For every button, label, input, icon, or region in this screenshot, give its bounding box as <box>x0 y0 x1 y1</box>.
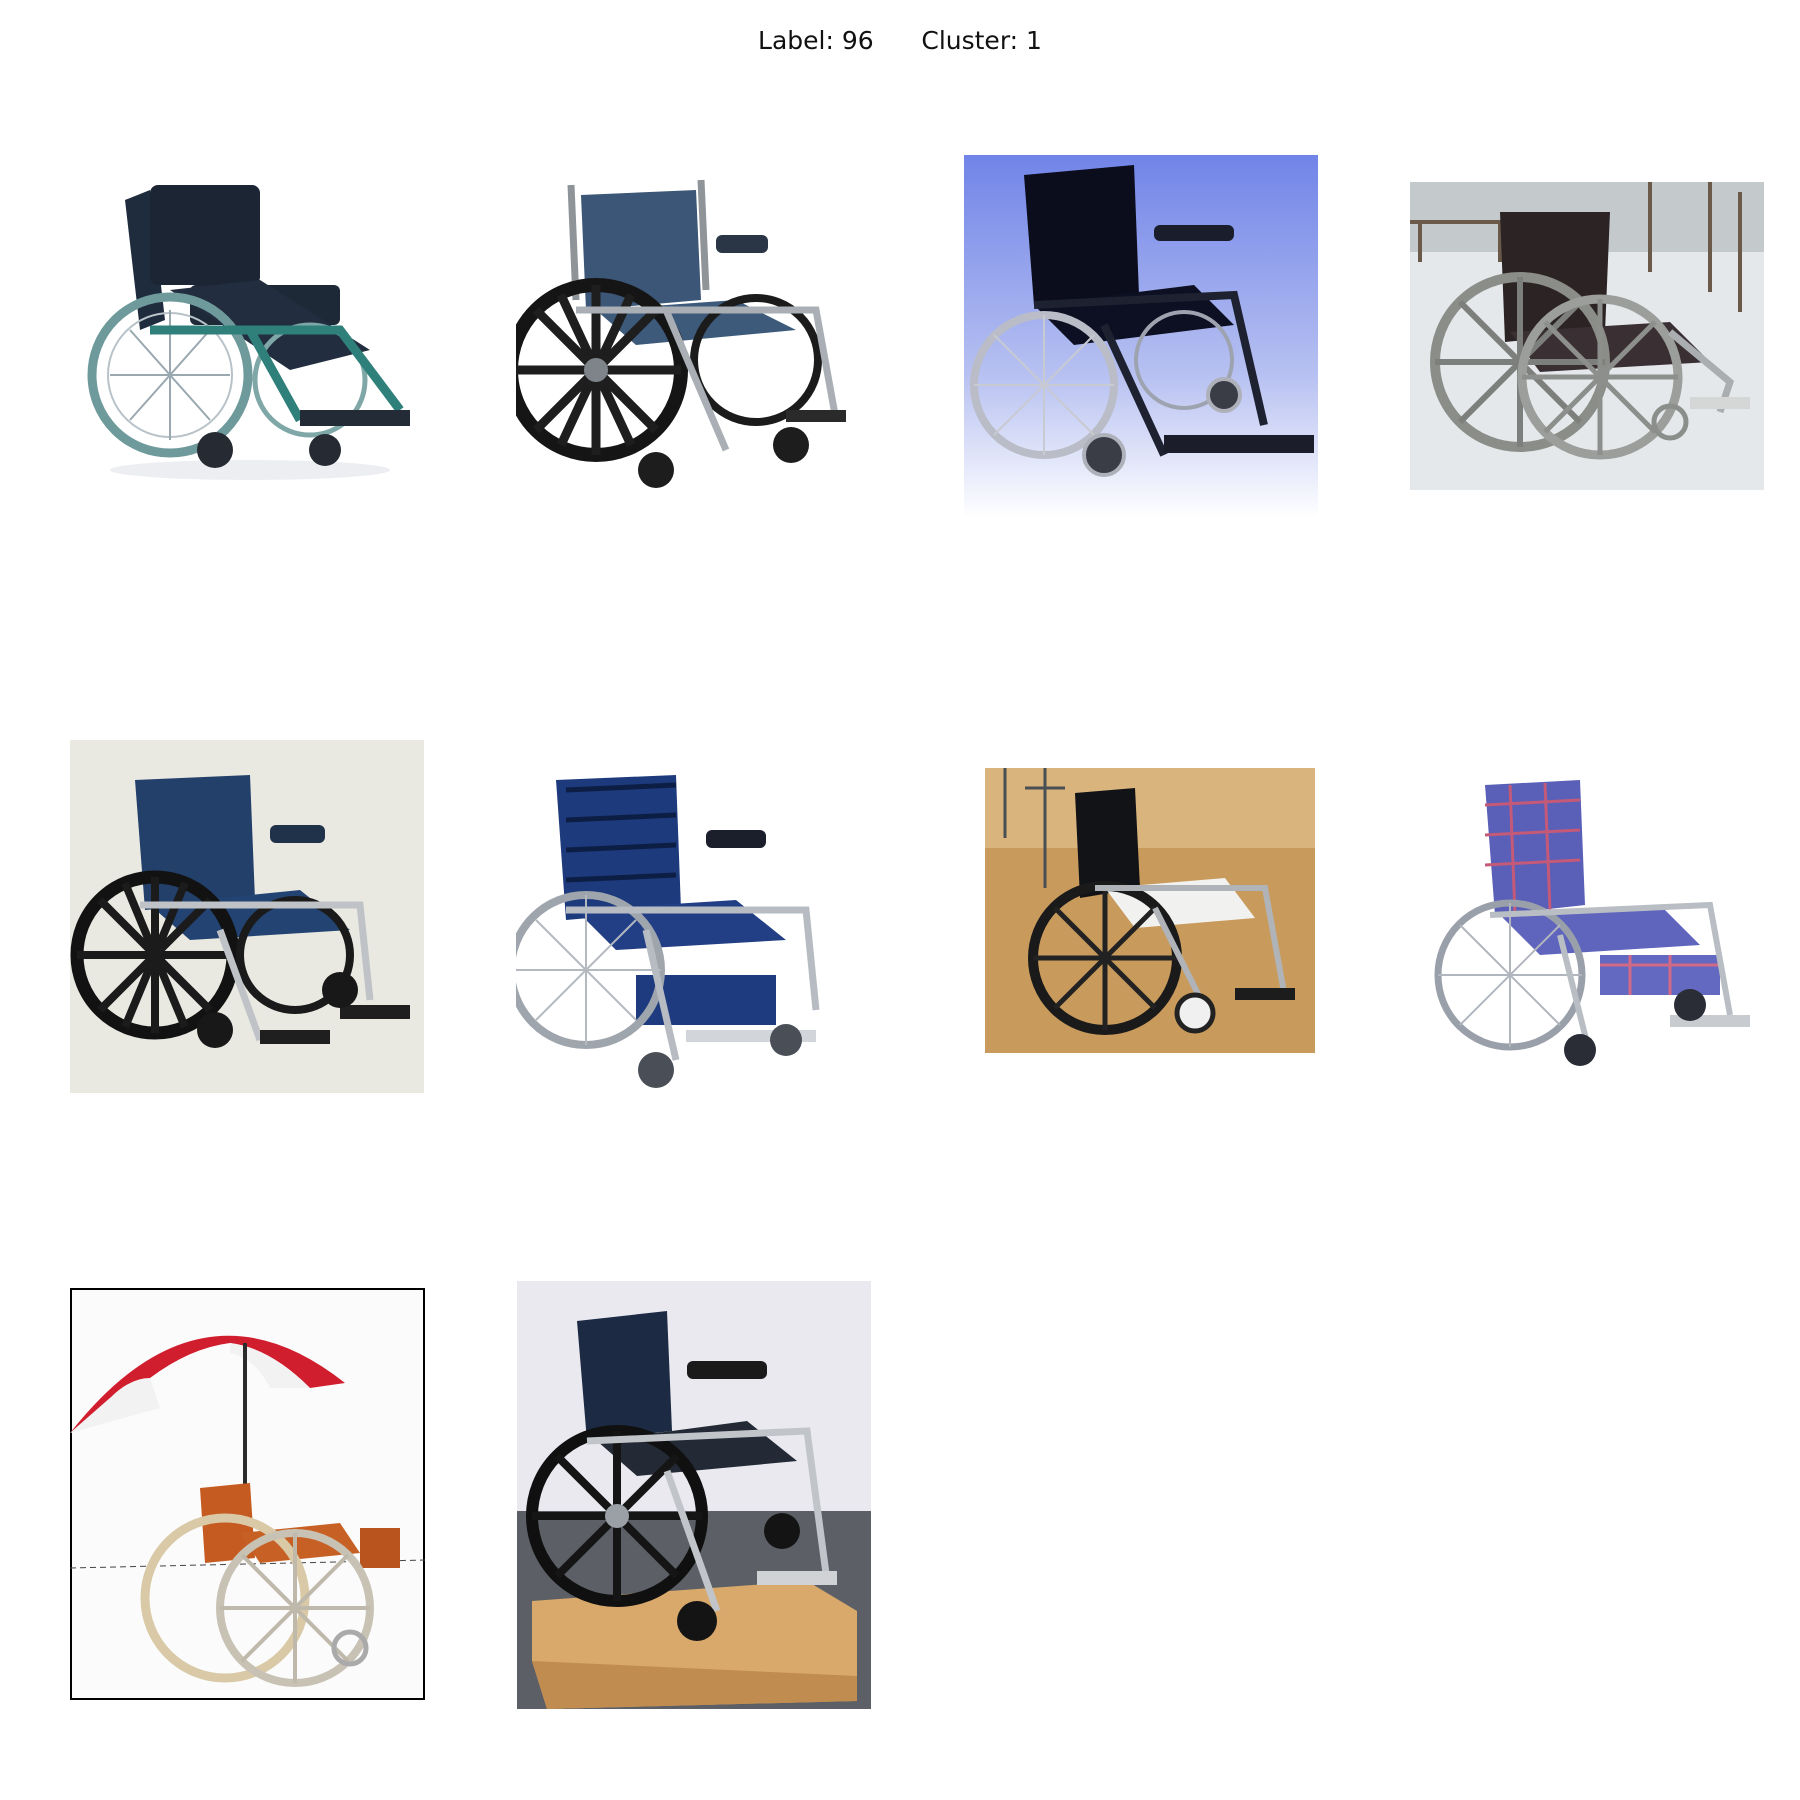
wheelchair-photo-3 <box>964 155 1318 518</box>
thumbnail-10 <box>517 1281 871 1709</box>
wheelchair-photo-5 <box>70 740 424 1093</box>
figure-title: Label: 96 Cluster: 1 <box>0 26 1800 55</box>
thumbnail-8 <box>1430 765 1770 1085</box>
thumbnail-7 <box>985 768 1315 1053</box>
label-text: Label: 96 <box>758 26 874 55</box>
thumbnail-2 <box>516 170 870 500</box>
wheelchair-photo-10 <box>517 1281 871 1709</box>
cluster-text: Cluster: 1 <box>921 26 1042 55</box>
thumbnail-5 <box>70 740 424 1093</box>
thumbnail-6 <box>516 760 870 1102</box>
wheelchair-photo-4 <box>1410 182 1764 490</box>
thumbnail-9 <box>70 1288 425 1700</box>
wheelchair-photo-6 <box>516 760 870 1102</box>
thumbnail-4 <box>1410 182 1764 490</box>
wheelchair-photo-7 <box>985 768 1315 1053</box>
wheelchair-photo-1 <box>70 160 424 498</box>
wheelchair-photo-2 <box>516 170 870 500</box>
thumbnail-1 <box>70 160 424 498</box>
wheelchair-photo-8 <box>1430 765 1770 1085</box>
thumbnail-3 <box>964 155 1318 518</box>
wheelchair-photo-9 <box>70 1288 425 1700</box>
